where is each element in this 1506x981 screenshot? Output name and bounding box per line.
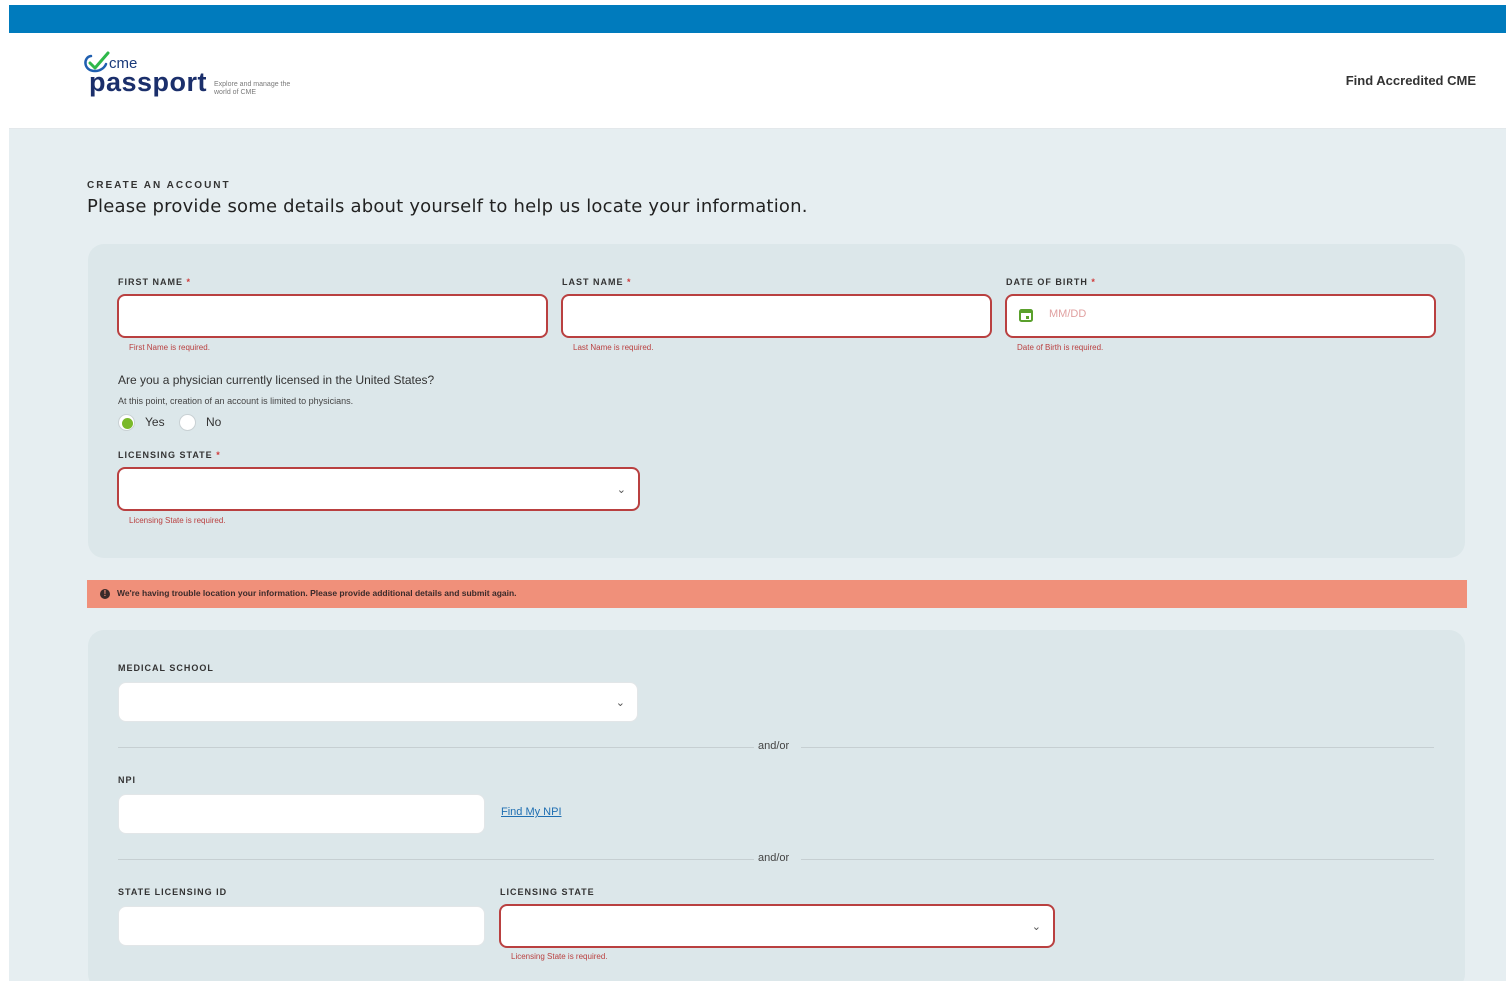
- alert-circle-icon: !: [100, 589, 110, 599]
- cme-passport-logo[interactable]: cme passport Explore and manage the worl…: [81, 51, 341, 111]
- licensing-state-2-select[interactable]: ⌄: [499, 904, 1055, 948]
- first-name-input[interactable]: [117, 294, 548, 338]
- last-name-input[interactable]: [561, 294, 992, 338]
- main-content: CREATE AN ACCOUNT Please provide some de…: [9, 129, 1506, 981]
- licensing-state-select[interactable]: ⌄: [117, 467, 640, 511]
- dob-error: Date of Birth is required.: [1017, 343, 1104, 352]
- state-licensing-id-label: STATE LICENSING ID: [118, 887, 228, 897]
- section-kicker: CREATE AN ACCOUNT: [87, 180, 231, 191]
- dob-input[interactable]: MM/DD: [1005, 294, 1436, 338]
- required-marker: *: [216, 450, 221, 460]
- physician-hint: At this point, creation of an account is…: [118, 396, 354, 406]
- radio-no[interactable]: [179, 414, 196, 431]
- licensing-state-error: Licensing State is required.: [129, 516, 226, 525]
- radio-yes-label[interactable]: Yes: [145, 415, 165, 429]
- dob-label-text: DATE OF BIRTH: [1006, 277, 1088, 287]
- and-or-text: and/or: [758, 852, 790, 864]
- and-or-divider: and/or: [118, 852, 1434, 866]
- last-name-label-text: LAST NAME: [562, 277, 624, 287]
- licensing-state-2-error: Licensing State is required.: [511, 952, 608, 961]
- personal-details-card: FIRST NAME * First Name is required. LAS…: [88, 244, 1465, 558]
- additional-details-card: MEDICAL SCHOOL ⌄ and/or NPI Find My NPI …: [88, 630, 1465, 981]
- site-header: cme passport Explore and manage the worl…: [9, 33, 1506, 129]
- first-name-label: FIRST NAME *: [118, 277, 191, 287]
- first-name-label-text: FIRST NAME: [118, 277, 183, 287]
- required-marker: *: [1091, 277, 1096, 287]
- npi-label: NPI: [118, 775, 137, 785]
- chevron-down-icon: ⌄: [615, 697, 625, 709]
- find-my-npi-link[interactable]: Find My NPI: [501, 806, 562, 818]
- calendar-icon[interactable]: [1019, 308, 1033, 322]
- alert-text: We're having trouble location your infor…: [117, 588, 517, 598]
- radio-no-label[interactable]: No: [206, 415, 221, 429]
- and-or-divider: and/or: [118, 740, 1434, 754]
- dob-placeholder: MM/DD: [1049, 308, 1087, 320]
- radio-yes[interactable]: [118, 414, 135, 431]
- medical-school-select[interactable]: ⌄: [118, 682, 638, 722]
- licensing-state-label-text: LICENSING STATE: [118, 450, 213, 460]
- dob-label: DATE OF BIRTH *: [1006, 277, 1096, 287]
- and-or-text: and/or: [758, 740, 790, 752]
- page-lead-text: Please provide some details about yourse…: [87, 196, 808, 217]
- nav-find-accredited-cme[interactable]: Find Accredited CME: [1346, 73, 1476, 88]
- first-name-error: First Name is required.: [129, 343, 210, 352]
- medical-school-label: MEDICAL SCHOOL: [118, 663, 214, 673]
- npi-input[interactable]: [118, 794, 485, 834]
- required-marker: *: [186, 277, 192, 287]
- chevron-down-icon: ⌄: [1031, 921, 1041, 933]
- state-licensing-id-input[interactable]: [118, 906, 485, 946]
- logo-passport-text: passport: [89, 67, 208, 97]
- required-marker: *: [627, 277, 632, 287]
- licensing-state-2-label: LICENSING STATE: [500, 887, 595, 897]
- top-bar: [9, 5, 1506, 33]
- error-alert-banner: ! We're having trouble location your inf…: [87, 580, 1467, 608]
- logo-tagline: Explore and manage the world of CME: [214, 81, 291, 96]
- last-name-error: Last Name is required.: [573, 343, 654, 352]
- chevron-down-icon: ⌄: [616, 484, 626, 496]
- last-name-label: LAST NAME *: [562, 277, 632, 287]
- licensing-state-label: LICENSING STATE *: [118, 450, 221, 460]
- physician-question: Are you a physician currently licensed i…: [118, 373, 435, 387]
